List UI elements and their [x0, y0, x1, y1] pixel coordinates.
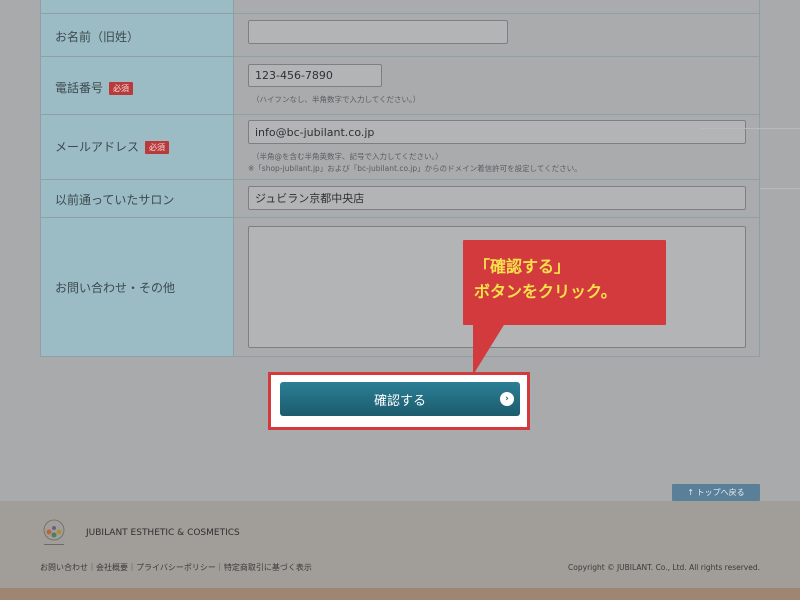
copyright-text: Copyright © JUBILANT. Co., Ltd. All righ… [568, 563, 760, 572]
email-label: メールアドレス [55, 140, 140, 154]
required-badge: 必須 [109, 82, 134, 95]
decorative-line [760, 188, 800, 189]
inquiry-label: お問い合わせ・その他 [55, 281, 176, 295]
confirm-button[interactable]: 確認する › [280, 382, 520, 416]
email-domain-note: ※「shop-jubilant.jp」および「bc-jubilant.co.jp… [248, 164, 582, 173]
back-to-top-button[interactable]: ↑ トップへ戻る [672, 484, 760, 501]
footer [0, 501, 800, 600]
form-row-phone: 電話番号 必須 123-456-7890 （ハイフンなし、半角数字で入力してくださ… [40, 57, 760, 115]
form-row-name-old: お名前（旧姓） [40, 14, 760, 57]
callout-line-1: 「確認する」 [474, 257, 571, 276]
name-old-input[interactable] [248, 20, 508, 44]
salon-input[interactable]: ジュビラン京都中央店 [248, 186, 746, 210]
footer-bottom-bar [0, 588, 800, 600]
phone-hint: （ハイフンなし、半角数字で入力してください。） [252, 95, 421, 104]
required-badge: 必須 [145, 141, 170, 154]
phone-input[interactable]: 123-456-7890 [248, 64, 382, 87]
phone-label: 電話番号 [55, 81, 104, 95]
chevron-right-icon: › [500, 392, 514, 406]
confirm-button-label: 確認する [373, 393, 426, 409]
footer-links[interactable]: お問い合わせ｜会社概要｜プライバシーポリシー｜特定商取引に基づく表示 [40, 562, 312, 573]
salon-label: 以前通っていたサロン [55, 193, 175, 207]
form-row-salon: 以前通っていたサロン ジュビラン京都中央店 [40, 180, 760, 218]
email-input[interactable]: info@bc-jubilant.co.jp [248, 120, 746, 144]
email-hint: （半角@を含む半角英数字、記号で入力してください。） [252, 152, 443, 161]
jubilant-logo-icon [43, 519, 65, 545]
callout-pointer [473, 320, 507, 375]
form-row-previous [40, 0, 760, 14]
callout-text: 「確認する」 ボタンをクリック。 [474, 254, 617, 304]
decorative-line [700, 128, 800, 129]
callout-line-2: ボタンをクリック。 [474, 282, 617, 301]
name-old-label: お名前（旧姓） [55, 30, 140, 44]
footer-brand-name: JUBILANT ESTHETIC & COSMETICS [86, 528, 240, 538]
form-row-email: メールアドレス 必須 info@bc-jubilant.co.jp （半角@を含む… [40, 115, 760, 180]
